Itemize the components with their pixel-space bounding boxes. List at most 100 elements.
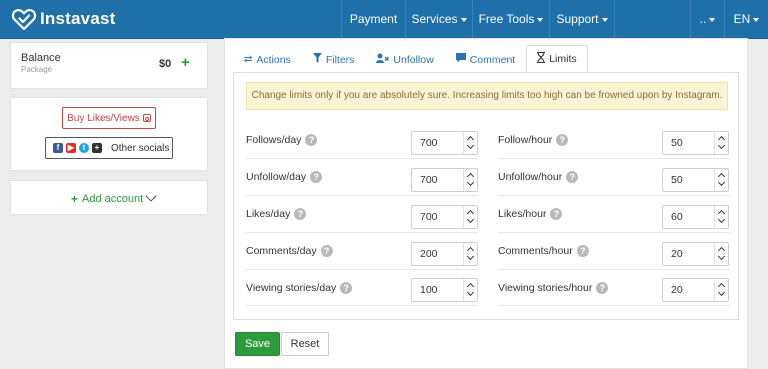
likes-hour-input[interactable]: 60 [662,205,729,229]
decrement-icon[interactable] [717,288,726,297]
unfollow-hour-input[interactable]: 50 [662,168,729,192]
stories-day-label: Viewing stories/day? [246,282,353,294]
balance-amount: $0 [159,58,172,70]
row-divider [246,158,478,159]
unfollow-day-label: Unfollow/day? [246,171,323,183]
tab-limits[interactable]: Limits [526,45,588,73]
limits-content: Change limits only if you are absolutely… [233,72,739,320]
follows-day-label: Follows/day? [246,134,318,146]
decrement-icon[interactable] [717,215,726,224]
warning-alert: Change limits only if you are absolutely… [246,82,728,110]
youtube-icon: ▶ [66,143,76,153]
row-divider [498,269,730,270]
add-balance-button[interactable]: + [181,54,190,71]
help-icon[interactable]: ? [310,171,323,183]
comments-hour-value: 20 [671,248,683,260]
help-icon[interactable]: ? [340,282,353,294]
decrement-icon[interactable] [466,141,475,150]
tab-comment[interactable]: Comment [445,45,527,73]
tab-unfollow[interactable]: Unfollow [365,45,444,73]
help-icon[interactable]: ? [566,171,579,183]
nav-payment[interactable]: Payment [341,0,405,39]
comments-day-text: Comments/day [246,245,317,257]
nav-payment-label: Payment [349,12,398,26]
decrement-icon[interactable] [466,215,475,224]
comments-day-input[interactable]: 200 [411,242,478,266]
decrement-icon[interactable] [466,288,475,297]
help-icon[interactable]: ? [294,208,307,220]
unfollow-hour-value: 50 [671,174,683,186]
user-menu-label: .. [699,12,707,26]
tab-comment-label: Comment [469,53,516,66]
decrement-icon[interactable] [717,178,726,187]
decrement-icon[interactable] [466,252,475,261]
stories-day-value: 100 [420,284,438,296]
help-icon[interactable]: ? [556,134,569,146]
decrement-icon[interactable] [466,178,475,187]
tab-limits-label: Limits [549,53,577,65]
likes-hour-text: Likes/hour [498,208,547,220]
save-button[interactable]: Save [235,332,280,356]
stories-hour-value: 20 [671,284,683,296]
add-account-label: Add account [82,193,144,205]
decrement-icon[interactable] [717,252,726,261]
filter-icon [312,53,322,66]
comments-hour-text: Comments/hour [498,245,573,257]
comment-icon [455,53,466,66]
row-divider [498,305,730,306]
nav-services[interactable]: Services [405,0,472,39]
settings-tabs: ⇄ Actions Filters Unfollow Comment Limit… [233,45,588,73]
caret-down-icon [753,17,760,22]
language-selector[interactable]: EN [724,0,768,39]
add-account-button[interactable]: + Add account [71,192,143,206]
follow-hour-value: 50 [671,137,683,149]
likes-day-value: 700 [420,211,438,223]
user-x-icon [376,53,390,66]
stories-hour-text: Viewing stories/hour [498,282,593,294]
tab-actions[interactable]: ⇄ Actions [233,45,302,73]
stories-hour-input[interactable]: 20 [662,278,729,302]
reset-button[interactable]: Reset [281,332,329,356]
help-icon[interactable]: ? [596,282,609,294]
stories-hour-label: Viewing stories/hour? [498,282,609,294]
chevron-down-icon[interactable] [145,190,157,202]
caret-down-icon [601,17,608,22]
stories-day-text: Viewing stories/day [246,282,337,294]
instagram-icon [142,114,151,122]
buy-likes-views-button[interactable]: Buy Likes/Views [62,107,156,129]
nav-free-tools-label: Free Tools [478,12,535,26]
nav-support[interactable]: Support [549,0,615,39]
stories-day-input[interactable]: 100 [411,278,478,302]
tab-filters[interactable]: Filters [302,45,366,73]
comments-hour-label: Comments/hour? [498,245,589,257]
unfollow-day-value: 700 [420,174,438,186]
likes-hour-value: 60 [671,211,683,223]
brand-logo[interactable]: Instavast [12,8,116,30]
nav-free-tools[interactable]: Free Tools [472,0,549,39]
settings-panel: ⇄ Actions Filters Unfollow Comment Limit… [224,38,748,369]
help-icon[interactable]: ? [320,245,333,257]
caret-down-icon [709,17,716,22]
unfollow-day-text: Unfollow/day [246,171,307,183]
facebook-icon: f [53,143,63,153]
buy-panel: Buy Likes/Views f ▶ t + Other socials [10,97,208,171]
follow-hour-input[interactable]: 50 [662,131,729,155]
comments-hour-input[interactable]: 20 [662,242,729,266]
nav-support-label: Support [556,12,599,26]
follows-day-input[interactable]: 700 [411,131,478,155]
language-label: EN [733,12,751,26]
plus-icon: + [71,192,79,206]
likes-day-input[interactable]: 700 [411,205,478,229]
decrement-icon[interactable] [717,141,726,150]
help-icon[interactable]: ? [576,245,589,257]
balance-label: Balance [21,52,61,64]
other-socials-button[interactable]: f ▶ t + Other socials [45,137,173,159]
help-icon[interactable]: ? [305,134,318,146]
add-account-panel: + Add account [10,180,208,215]
likes-day-text: Likes/day [246,208,291,220]
user-menu[interactable]: .. [690,0,724,39]
plus-square-icon: + [92,143,102,153]
unfollow-day-input[interactable]: 700 [411,168,478,192]
row-divider [498,158,730,159]
help-icon[interactable]: ? [550,208,563,220]
